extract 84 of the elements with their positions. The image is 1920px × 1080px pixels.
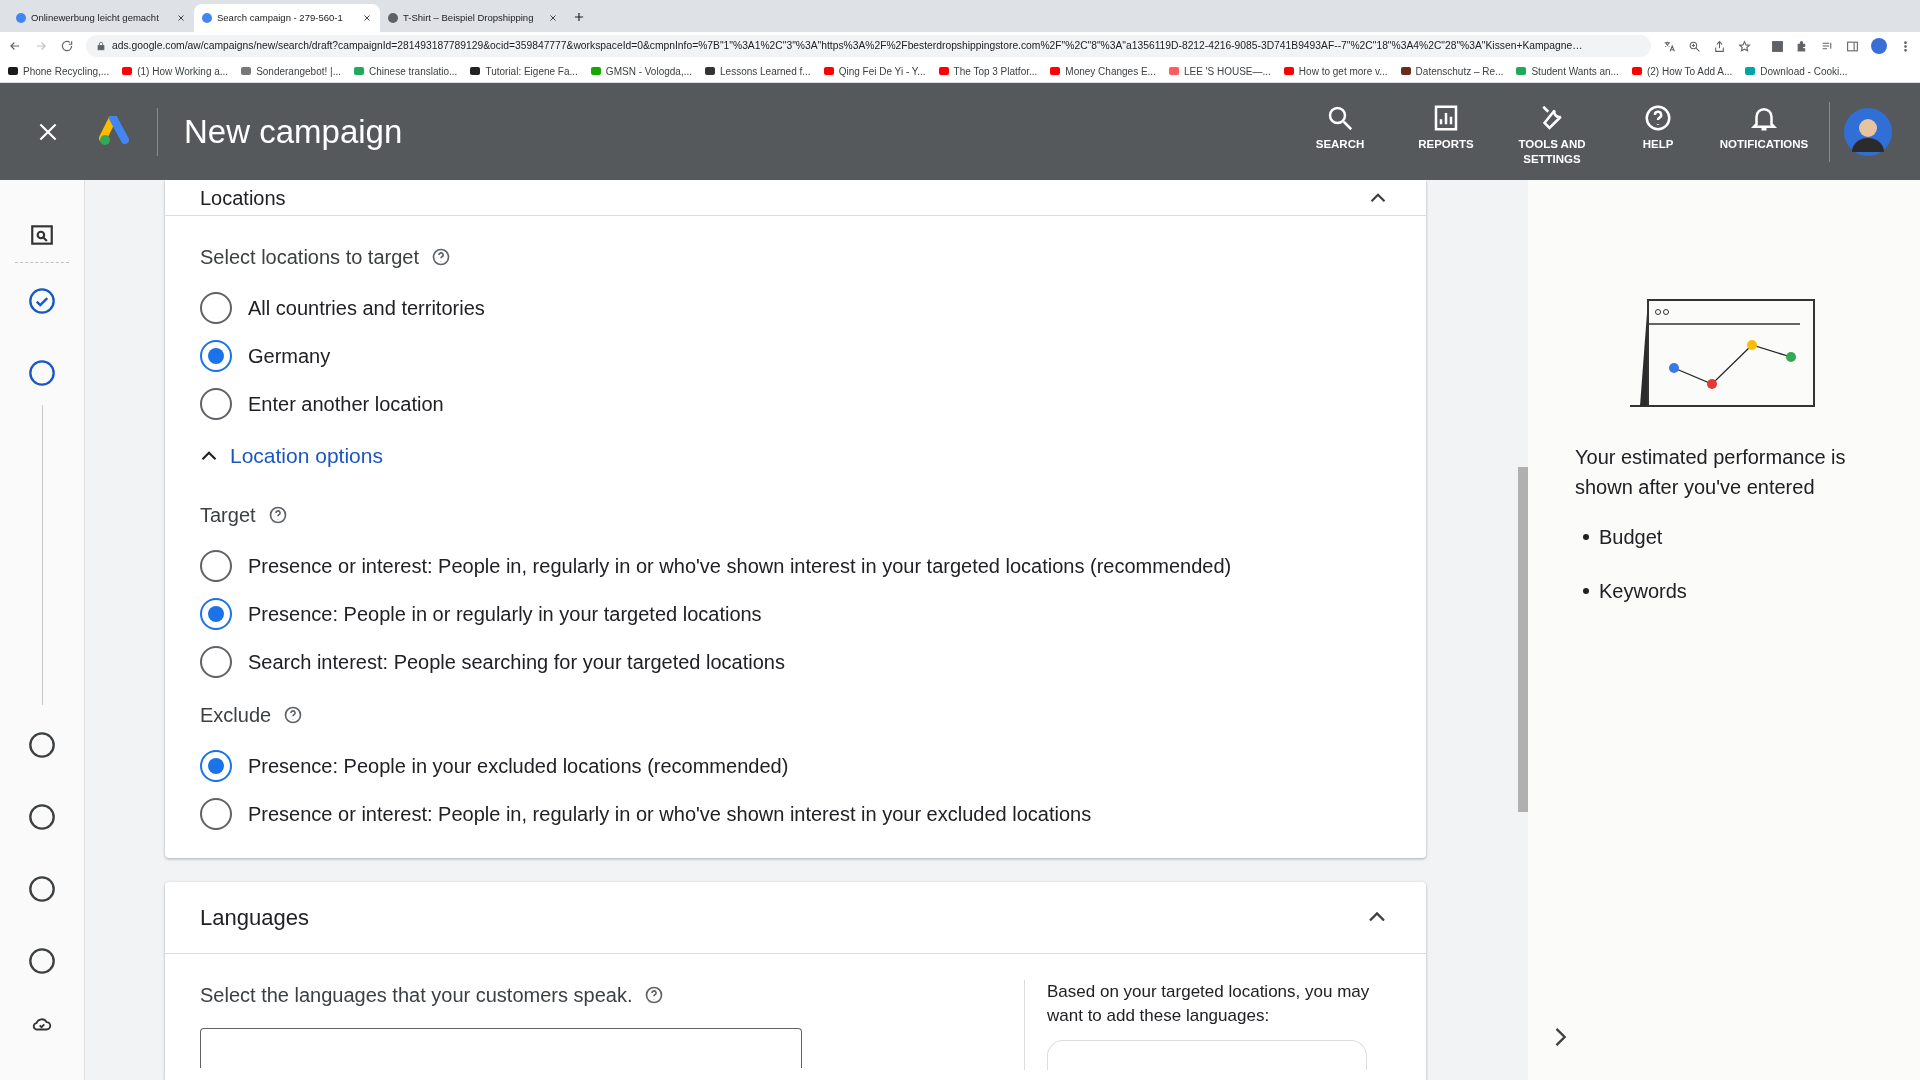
language-search-field[interactable] (200, 1027, 802, 1068)
radio-button[interactable] (200, 645, 232, 678)
browser-tab[interactable]: Search campaign - 279-560-1 (194, 4, 380, 32)
header-action-button[interactable]: TOOLS AND SETTINGS (1509, 103, 1595, 167)
check-circle-icon[interactable] (28, 287, 56, 315)
bookmark[interactable]: How to get more v... (1283, 63, 1388, 79)
browser-tab[interactable]: Onlinewerbung leicht gemacht (8, 4, 194, 32)
card-title: Languages (200, 903, 309, 932)
bookmark[interactable]: Money Changes E... (1050, 63, 1156, 79)
back-icon[interactable] (8, 39, 22, 53)
radio-button[interactable] (200, 340, 232, 372)
step-circle-icon[interactable] (28, 947, 56, 975)
close-icon[interactable] (548, 13, 558, 23)
radio-label: All countries and territories (248, 296, 485, 321)
list-item: Keywords (1599, 579, 1687, 604)
help-icon[interactable] (267, 504, 288, 525)
header-action-button[interactable]: HELP (1615, 103, 1701, 152)
card-title: Locations (200, 185, 286, 211)
step-circle-icon[interactable] (28, 875, 56, 903)
radio-label: Search interest: People searching for your targeted locations (248, 649, 785, 675)
bookmark[interactable]: (1) How Working a... (122, 63, 229, 79)
radio-button[interactable] (200, 549, 232, 582)
help-icon (1643, 103, 1673, 133)
section-label: Exclude (200, 702, 272, 728)
side-panel-icon[interactable] (1846, 39, 1859, 53)
bookmark[interactable]: Tutorial: Eigene Fa... (470, 63, 578, 79)
close-icon[interactable] (176, 13, 186, 23)
radio-label: Presence: People in or regularly in your targeted locations (248, 601, 762, 627)
bookmark[interactable]: The Top 3 Platfor... (938, 63, 1038, 79)
suggestion-text: Based on your targeted locations, you may want to add these languages: (1047, 980, 1371, 1027)
lock-icon (96, 41, 106, 51)
bookmark[interactable]: Qing Fei De Yi - Y... (823, 63, 926, 79)
radio-label: Presence or interest: People in, regularly in or who've shown interest in your targeted locations (recommended) (248, 553, 1232, 579)
new-tab-icon[interactable] (572, 10, 586, 24)
step-circle-icon[interactable] (28, 359, 56, 387)
bookmark[interactable]: Phone Recycling,... (8, 63, 110, 79)
bookmark[interactable]: Datenschutz – Re... (1400, 63, 1504, 79)
radio-label: Enter another location (248, 392, 444, 417)
radio-button[interactable] (200, 388, 232, 420)
section-label: Select locations to target (200, 245, 419, 270)
zoom-icon[interactable] (1688, 39, 1701, 53)
bookmark[interactable]: Lessons Learned f... (705, 63, 811, 79)
header-action-button[interactable]: SEARCH (1297, 103, 1383, 152)
avatar[interactable] (1844, 107, 1892, 156)
profile-avatar[interactable] (1871, 38, 1887, 54)
location-options-link[interactable]: Location options (196, 440, 1391, 472)
bookmark[interactable]: (2) How To Add A... (1631, 63, 1733, 79)
url-text: ads.google.com/aw/campaigns/new/search/draft?campaignId=281493187789129&ocid=359847777&workspaceId=0&cmpnInfo=%7B"1"%3A1%2C"3"%3A"https%3A%2F%2Fbesterdropshippingstore.com%2F"%2C"8"%3A"a1356119D-8212-4216-9085-3D741B9493AF--7"%2C"18"%3A4%2C"28"%3A"Kissen+Kampagne… (112, 39, 1583, 54)
translate-icon[interactable] (1663, 39, 1676, 53)
bookmark[interactable]: LEE 'S HOUSE—... (1168, 63, 1271, 79)
step-circle-icon[interactable] (28, 803, 56, 831)
radio-label: Presence: People in your excluded locations (recommended) (248, 753, 789, 779)
scrollbar[interactable] (1518, 467, 1528, 812)
star-icon[interactable] (1738, 39, 1751, 53)
bookmark[interactable]: GMSN - Vologda,... (590, 63, 692, 79)
close-icon[interactable] (362, 13, 372, 23)
radio-label: Germany (248, 344, 331, 369)
search-box-icon[interactable] (29, 222, 55, 248)
bookmark[interactable]: Student Wants an... (1516, 63, 1619, 79)
help-icon[interactable] (431, 247, 451, 267)
header-action-button[interactable]: REPORTS (1403, 103, 1489, 152)
section-label: Target (200, 502, 256, 528)
reload-icon[interactable] (60, 39, 74, 53)
browser-tab[interactable]: T-Shirt – Beispiel Dropshipping (380, 4, 566, 32)
bookmark[interactable]: Sonderangebot! |... (241, 63, 341, 79)
bullet-icon (1583, 588, 1589, 594)
bullet-icon (1583, 534, 1589, 540)
bookmark[interactable]: Download - Cooki... (1745, 63, 1848, 79)
bookmark[interactable]: Chinese translatio... (354, 63, 458, 79)
list-item: Budget (1599, 525, 1663, 550)
section-label: Select the languages that your customers speak. (200, 982, 633, 1008)
radio-button[interactable] (200, 749, 232, 782)
radio-button[interactable] (200, 597, 232, 630)
radio-label: Presence or interest: People in, regularly in or who've shown interest in your excluded locations (248, 801, 1092, 827)
performance-text: Your estimated performance is shown after you've entered (1575, 445, 1847, 500)
step-circle-icon[interactable] (28, 731, 56, 759)
page-title: New campaign (184, 111, 403, 152)
help-icon[interactable] (644, 984, 665, 1005)
header-action-button[interactable]: NOTIFICATIONS (1721, 103, 1807, 152)
radio-button[interactable] (200, 292, 232, 324)
radio-button[interactable] (200, 797, 232, 830)
share-icon[interactable] (1713, 39, 1726, 53)
help-icon[interactable] (283, 704, 304, 725)
address-bar[interactable] (86, 35, 1651, 57)
